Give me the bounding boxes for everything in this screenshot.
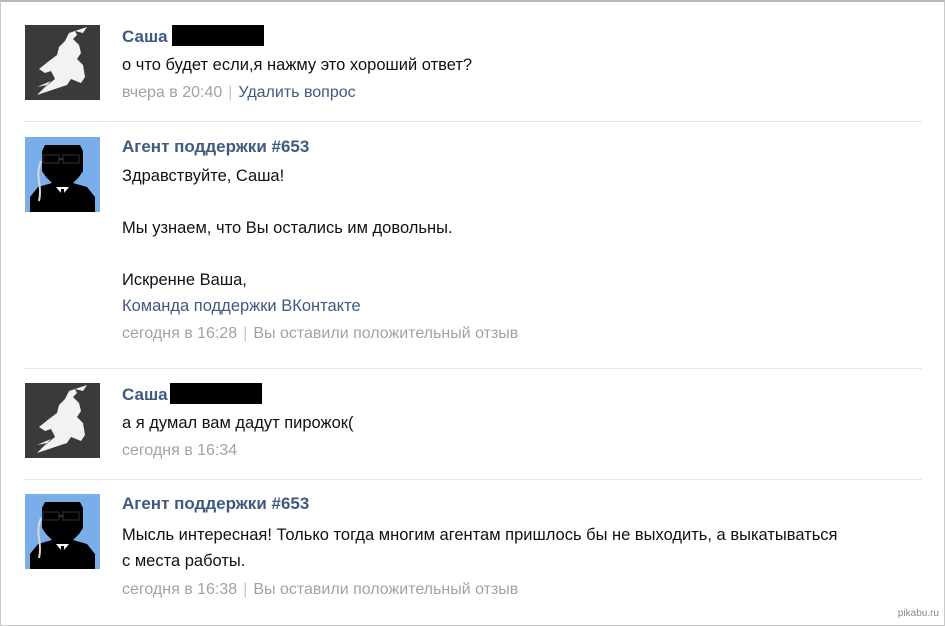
agent-avatar-icon: [25, 494, 100, 569]
agent-avatar-icon: [25, 137, 100, 212]
watermark: pikabu.ru: [897, 608, 939, 619]
agent-avatar[interactable]: [25, 137, 100, 212]
message-time: сегодня в 16:38: [122, 581, 238, 598]
support-team-link[interactable]: Команда поддержки ВКонтакте: [122, 293, 922, 319]
divider: [25, 368, 922, 369]
message-author[interactable]: Саша: [122, 25, 922, 46]
feedback-status: Вы оставили положительный отзыв: [253, 325, 519, 342]
redacted-surname: [171, 25, 264, 46]
message-body: Мы узнаем, что Вы остались им довольны.: [122, 219, 453, 237]
message-author[interactable]: Саша: [122, 383, 922, 404]
message-text-line-1: Мысль интересная! Только тогда многим аг…: [122, 526, 838, 544]
message-text: а я думал вам дадут пирожок(: [122, 414, 354, 432]
user-avatar[interactable]: [25, 25, 100, 100]
user-avatar[interactable]: [25, 383, 100, 458]
message-text-line-2: с места работы.: [122, 552, 246, 570]
feedback-status: Вы оставили положительный отзыв: [253, 581, 519, 598]
message-greeting: Здравствуйте, Саша!: [122, 167, 285, 185]
message-meta: сегодня в 16:34: [122, 440, 922, 462]
ninja-avatar-icon: [25, 25, 100, 100]
redacted-surname: [169, 383, 262, 404]
message-author[interactable]: Агент поддержки #653: [122, 137, 922, 157]
message-author[interactable]: Агент поддержки #653: [122, 494, 922, 514]
message-signoff: Искренне Ваша,: [122, 271, 247, 289]
message-text: о что будет если,я нажму это хороший отв…: [122, 56, 473, 74]
agent-avatar[interactable]: [25, 494, 100, 569]
ninja-avatar-icon: [25, 383, 100, 458]
divider: [25, 121, 922, 122]
message-meta: сегодня в 16:28 | Вы оставили положительны…: [122, 325, 519, 342]
message-time: сегодня в 16:34: [122, 442, 238, 459]
delete-question-link[interactable]: Удалить вопрос: [238, 84, 355, 101]
message-meta: сегодня в 16:38 | Вы оставили положительны…: [122, 581, 519, 598]
message-meta: вчера в 20:40 | Удалить вопрос: [122, 84, 356, 101]
message-time: сегодня в 16:28: [122, 325, 238, 342]
message-time: вчера в 20:40: [122, 84, 223, 101]
divider: [25, 479, 922, 480]
